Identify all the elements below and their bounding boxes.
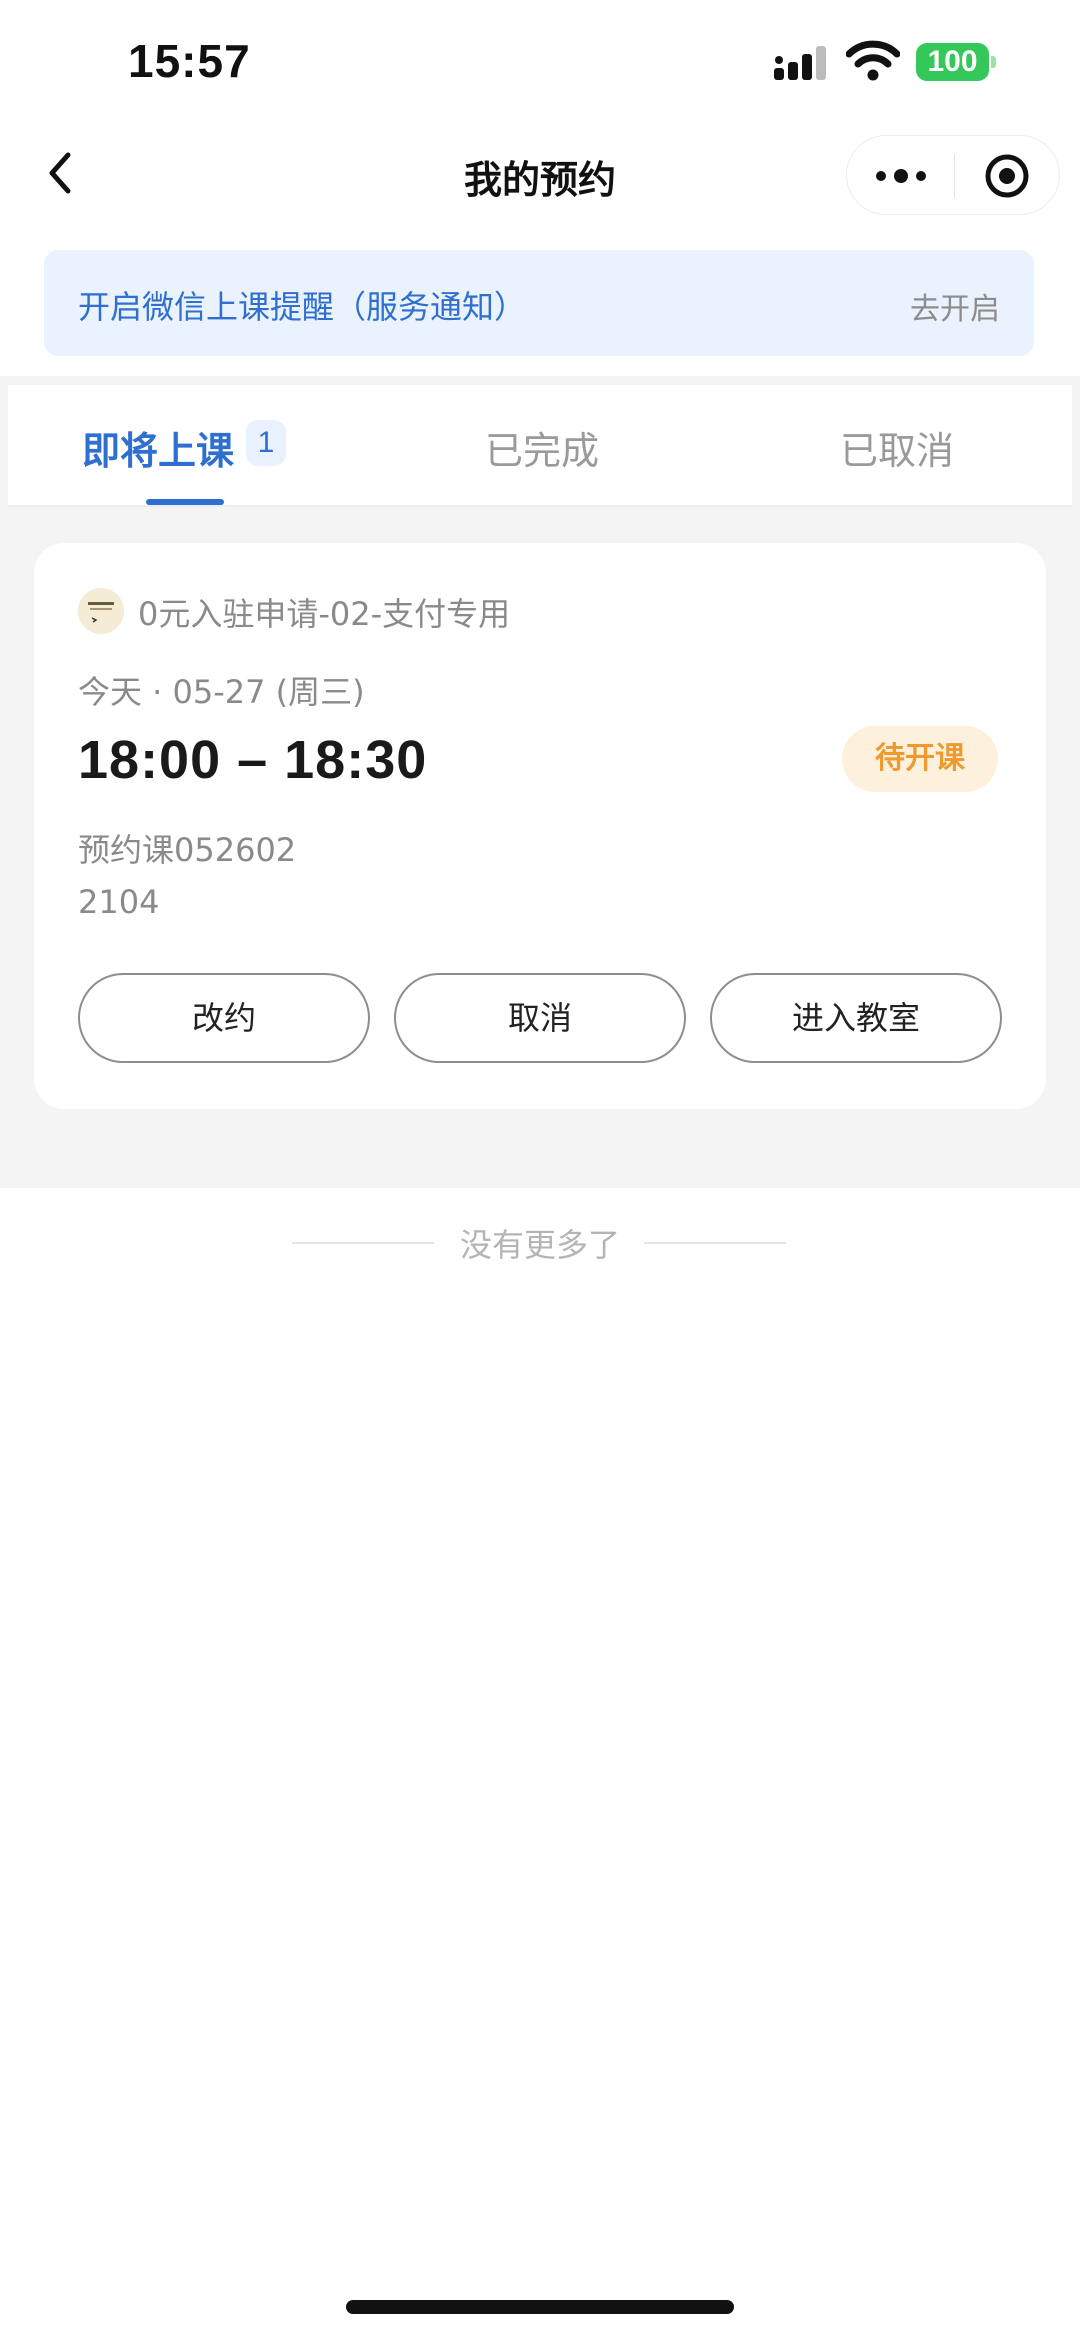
reschedule-button[interactable]: 改约: [78, 973, 370, 1063]
tabs-divider: [8, 505, 1072, 507]
tab-cancelled[interactable]: 已取消: [840, 420, 954, 475]
signal-icon: [774, 46, 826, 80]
capsule-divider: [954, 154, 955, 198]
booking-card[interactable]: 0元入驻申请-02-支付专用 今天 · 05-27 (周三) 18:00 – 1…: [34, 543, 1046, 1109]
no-more-footer: 没有更多了: [0, 1220, 1080, 1270]
mini-program-capsule: [846, 135, 1060, 215]
lesson-time: 18:00 – 18:30: [78, 730, 428, 790]
tab-upcoming[interactable]: 即将上课: [82, 420, 234, 475]
store-name: 0元入驻申请-02-支付专用: [138, 595, 511, 633]
wifi-icon: [846, 40, 900, 81]
no-more-text: 没有更多了: [459, 1226, 620, 1264]
enable-reminder-link[interactable]: 去开启: [910, 284, 1000, 328]
room-number: 2104: [78, 883, 160, 921]
upcoming-count-badge: 1: [246, 420, 286, 466]
lesson-date: 今天 · 05-27 (周三): [78, 673, 365, 711]
reminder-text: 开启微信上课提醒（服务通知）: [78, 288, 527, 326]
target-icon[interactable]: [983, 152, 1031, 200]
reminder-banner[interactable]: 开启微信上课提醒（服务通知） 去开启: [44, 250, 1034, 356]
status-badge: 待开课: [842, 726, 998, 792]
battery-level: 100: [927, 45, 978, 78]
divider-right: [644, 1242, 786, 1244]
more-dots-icon[interactable]: [871, 154, 931, 198]
course-name: 预约课052602: [78, 831, 297, 869]
status-bar: 15:57 100: [0, 0, 1080, 125]
nav-bar: 我的预约: [0, 125, 1080, 225]
tab-completed[interactable]: 已完成: [485, 420, 599, 475]
store-logo-graphic: [78, 588, 124, 634]
booking-tabs: 即将上课 1 已完成 已取消: [8, 385, 1072, 507]
home-indicator[interactable]: [346, 2300, 734, 2314]
cancel-button[interactable]: 取消: [394, 973, 686, 1063]
battery-cap: [991, 56, 996, 68]
battery-icon: 100: [916, 43, 996, 81]
status-time: 15:57: [128, 35, 251, 87]
enter-classroom-button[interactable]: 进入教室: [710, 973, 1002, 1063]
store-logo-icon: [78, 588, 124, 634]
